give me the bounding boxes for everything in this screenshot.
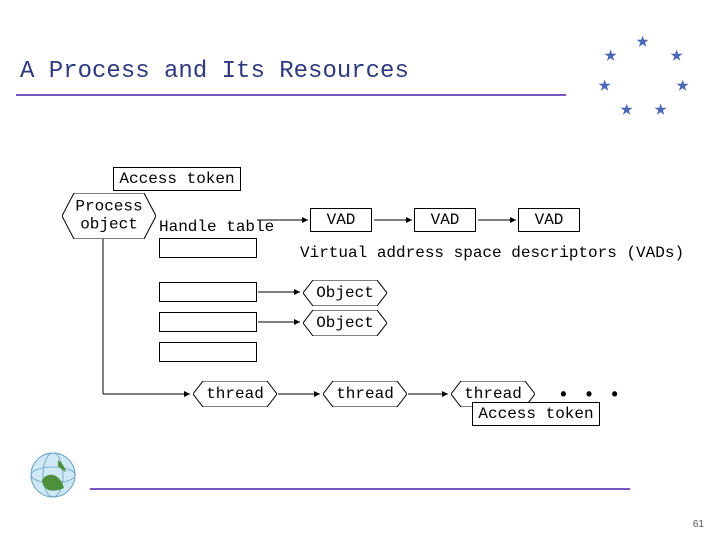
thread-node: thread bbox=[323, 381, 407, 407]
handle-table-row bbox=[159, 312, 257, 332]
thread-label: thread bbox=[206, 385, 264, 403]
object-node: Object bbox=[303, 310, 387, 336]
vad-node: VAD bbox=[414, 208, 476, 232]
access-token-node: Access token bbox=[113, 167, 241, 191]
object-label: Object bbox=[316, 284, 374, 302]
handle-table-row bbox=[159, 282, 257, 302]
thread-access-token-node: Access token bbox=[472, 402, 600, 426]
handle-table-row bbox=[159, 238, 257, 258]
handle-table-row bbox=[159, 342, 257, 362]
connector-lines bbox=[0, 0, 720, 540]
globe-icon bbox=[28, 450, 78, 500]
thread-label: thread bbox=[464, 385, 522, 403]
thread-node: thread bbox=[193, 381, 277, 407]
page-number: 61 bbox=[693, 519, 704, 530]
vads-caption: Virtual address space descriptors (VADs) bbox=[300, 244, 684, 262]
vad-node: VAD bbox=[518, 208, 580, 232]
object-node: Object bbox=[303, 280, 387, 306]
thread-label: thread bbox=[336, 385, 394, 403]
process-object-label: Processobject bbox=[75, 198, 142, 233]
vad-node: VAD bbox=[310, 208, 372, 232]
handle-table-label: Handle table bbox=[159, 218, 274, 236]
process-object-node: Processobject bbox=[62, 193, 156, 239]
diagram: Access token Processobject Handle table … bbox=[0, 0, 720, 540]
footer-underline bbox=[90, 488, 630, 490]
object-label: Object bbox=[316, 314, 374, 332]
